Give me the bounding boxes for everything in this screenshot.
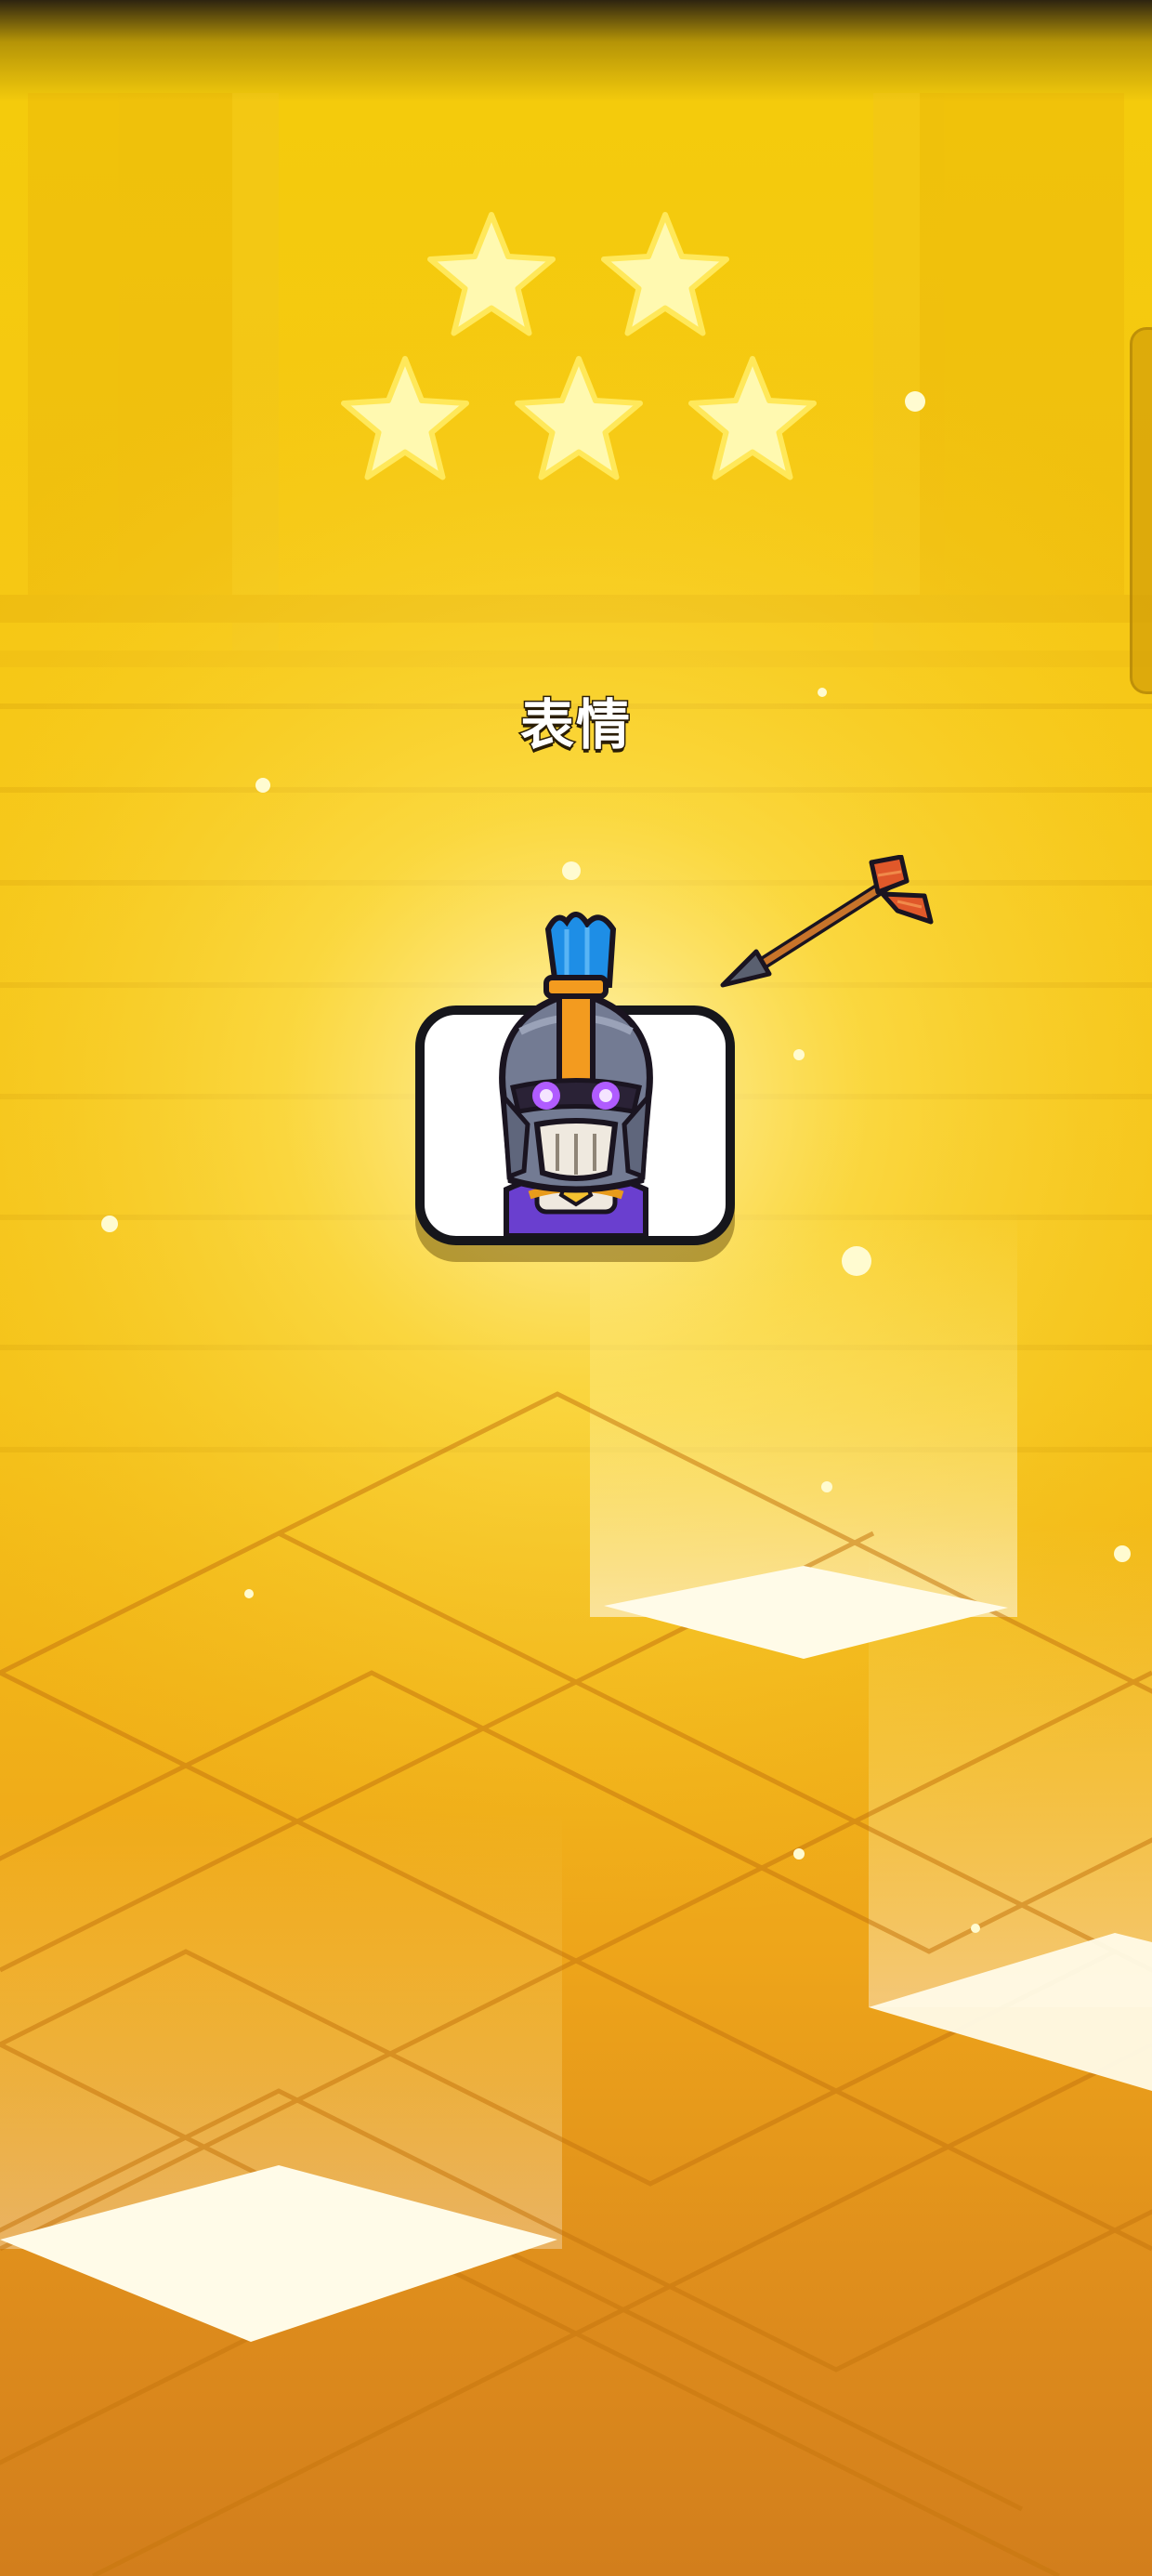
star-icon bbox=[341, 356, 469, 480]
star-icon bbox=[427, 212, 556, 336]
star-icon bbox=[688, 356, 817, 480]
star-icon bbox=[601, 212, 729, 336]
star-icon bbox=[515, 356, 643, 480]
arrow-icon bbox=[720, 855, 934, 988]
side-panel-tab[interactable] bbox=[1130, 327, 1152, 694]
reward-title: 表情 bbox=[518, 692, 632, 758]
reward-screen[interactable]: 表情 bbox=[0, 0, 1152, 2576]
skeleton-knight-icon bbox=[499, 912, 653, 1236]
